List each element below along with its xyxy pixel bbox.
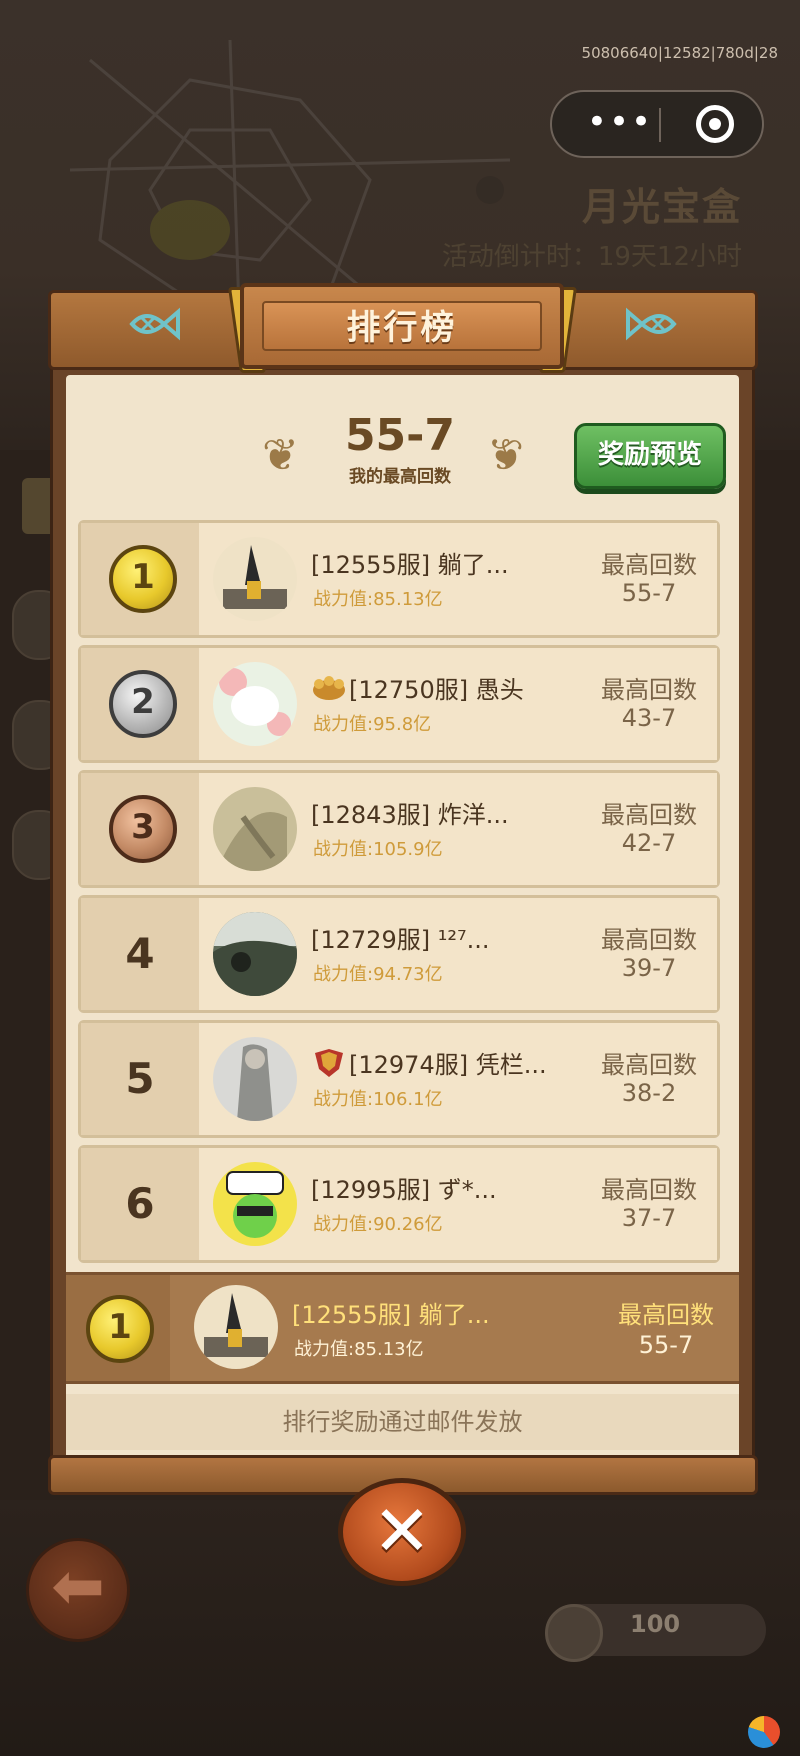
close-button[interactable]: ✕ bbox=[338, 1478, 466, 1586]
shield-badge-icon bbox=[315, 1049, 343, 1077]
leaderboard-row[interactable]: 6 [12995服] ず*... 战力值:90.26亿 最高回数 37-7 bbox=[78, 1145, 720, 1263]
my-rank-row: 1 [12555服] 躺了... 战力值:85.13亿 最高回数 55-7 bbox=[66, 1272, 739, 1384]
rank-cell: 2 bbox=[81, 648, 199, 760]
panel-title: 排行榜 bbox=[262, 301, 542, 351]
score-label: 最高回数 bbox=[601, 551, 697, 579]
score-value: 39-7 bbox=[621, 954, 677, 982]
player-name: [12555服] 躺了... bbox=[311, 551, 509, 579]
leaderboard-row[interactable]: 4 [12729服] ¹²⁷... 战力值:94.73亿 最高回数 39-7 bbox=[78, 895, 720, 1013]
reward-preview-button[interactable]: 奖励预览 bbox=[574, 423, 726, 489]
score-value: 42-7 bbox=[621, 829, 677, 857]
avatar bbox=[213, 662, 297, 746]
player-name: [12729服] ¹²⁷... bbox=[311, 926, 490, 954]
back-button[interactable]: ⬅ bbox=[26, 1538, 130, 1642]
player-power: 战力值:95.8亿 bbox=[313, 714, 432, 735]
coin-value: 100 bbox=[630, 1610, 681, 1638]
laurel-left-icon: ❦ bbox=[262, 430, 299, 481]
player-name-text: [12974服] 凭栏... bbox=[349, 1051, 547, 1079]
player-name-text: [12750服] 愚头 bbox=[349, 676, 524, 704]
close-icon: ✕ bbox=[372, 1490, 432, 1572]
player-name: [12750服] 愚头 bbox=[311, 670, 524, 705]
reward-notice: 排行奖励通过邮件发放 bbox=[66, 1394, 739, 1450]
score-label: 最高回数 bbox=[601, 1176, 697, 1204]
rank-cell: 3 bbox=[81, 773, 199, 885]
score-value: 43-7 bbox=[621, 704, 677, 732]
rank-cell: 1 bbox=[81, 523, 199, 635]
leaderboard-row[interactable]: 1 [12555服] 躺了... 战力值:85.13亿 最高回数 55-7 bbox=[78, 520, 720, 638]
exit-target-icon[interactable] bbox=[696, 105, 734, 143]
leaderboard-row[interactable]: 3 [12843服] 炸洋... 战力值:105.9亿 最高回数 42-7 bbox=[78, 770, 720, 888]
mini-program-capsule: ••• bbox=[550, 90, 764, 158]
player-power: 战力值:106.1亿 bbox=[313, 1089, 443, 1110]
watermark-logo-icon bbox=[748, 1716, 780, 1748]
score-value: 37-7 bbox=[621, 1204, 677, 1232]
best-score: 55-7 bbox=[344, 410, 456, 461]
my-name: [12555服] 躺了... bbox=[292, 1301, 490, 1329]
leaderboard-row[interactable]: 2 [12750服] 愚头 战力值:95.8亿 最高回数 43-7 bbox=[78, 645, 720, 763]
leaderboard-row[interactable]: 5 [12974服] 凭栏... 战力值:106.1亿 最高回数 38-2 bbox=[78, 1020, 720, 1138]
back-arrow-icon: ⬅ bbox=[51, 1550, 105, 1624]
player-power: 战力值:85.13亿 bbox=[313, 589, 443, 610]
rank-cell: 5 bbox=[81, 1023, 199, 1135]
title-sign: 排行榜 bbox=[240, 283, 564, 369]
rank-number: 6 bbox=[125, 1179, 155, 1228]
capsule-divider bbox=[659, 108, 661, 142]
score-label: 最高回数 bbox=[601, 676, 697, 704]
gold-medal-icon: 1 bbox=[109, 545, 177, 613]
more-icon[interactable]: ••• bbox=[580, 98, 660, 150]
avatar bbox=[213, 1162, 297, 1246]
fish-icon bbox=[129, 307, 180, 341]
player-name: [12995服] ず*... bbox=[311, 1176, 497, 1204]
my-avatar bbox=[194, 1285, 278, 1369]
my-score-value: 55-7 bbox=[638, 1331, 694, 1359]
my-power: 战力值:85.13亿 bbox=[294, 1339, 424, 1360]
player-power: 战力值:90.26亿 bbox=[313, 1214, 443, 1235]
player-name: [12843服] 炸洋... bbox=[311, 801, 509, 829]
avatar bbox=[213, 787, 297, 871]
event-title: 月光宝盒 bbox=[581, 185, 742, 229]
rank-cell: 4 bbox=[81, 898, 199, 1010]
score-value: 38-2 bbox=[621, 1079, 677, 1107]
laurel-right-icon: ❦ bbox=[487, 430, 524, 481]
rank-cell: 6 bbox=[81, 1148, 199, 1260]
score-label: 最高回数 bbox=[601, 801, 697, 829]
debug-id: 50806640|12582|780d|28 bbox=[581, 44, 778, 62]
score-value: 55-7 bbox=[621, 579, 677, 607]
player-name: [12974服] 凭栏... bbox=[311, 1045, 547, 1080]
rank-number: 4 bbox=[125, 929, 155, 978]
silver-medal-icon: 2 bbox=[109, 670, 177, 738]
avatar bbox=[213, 1037, 297, 1121]
event-countdown: 活动倒计时：19天12小时 bbox=[441, 242, 742, 272]
player-power: 战力值:105.9亿 bbox=[313, 839, 443, 860]
score-label: 最高回数 bbox=[601, 1051, 697, 1079]
avatar bbox=[213, 537, 297, 621]
crown-badge-icon bbox=[313, 676, 345, 700]
gold-medal-icon: 1 bbox=[86, 1295, 154, 1363]
my-rank-cell: 1 bbox=[66, 1275, 170, 1381]
bronze-medal-icon: 3 bbox=[109, 795, 177, 863]
rank-number: 5 bbox=[125, 1054, 155, 1103]
player-power: 战力值:94.73亿 bbox=[313, 964, 443, 985]
avatar bbox=[213, 912, 297, 996]
my-score-label: 最高回数 bbox=[618, 1301, 714, 1329]
coin-icon bbox=[545, 1604, 603, 1662]
best-score-label: 我的最高回数 bbox=[349, 467, 451, 487]
score-label: 最高回数 bbox=[601, 926, 697, 954]
fish-icon bbox=[626, 307, 677, 341]
